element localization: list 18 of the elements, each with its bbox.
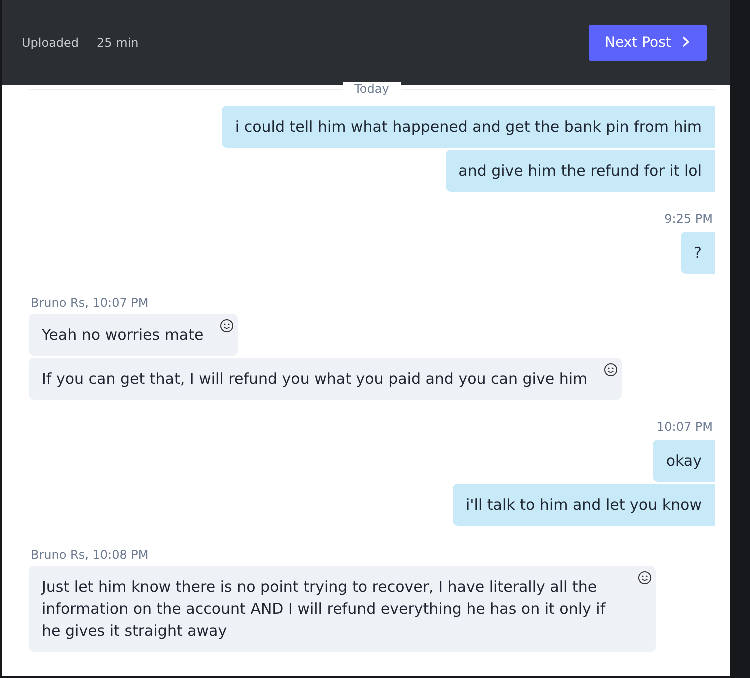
sent-message: ? <box>681 232 715 274</box>
sent-message: i'll talk to him and let you know <box>453 484 715 526</box>
sent-message: okay <box>653 440 715 482</box>
timestamp: 10:07 PM <box>657 420 713 434</box>
emoji-icon[interactable] <box>638 571 652 585</box>
sent-message: and give him the refund for it lol <box>446 150 715 192</box>
uploaded-time: 25 min <box>97 36 139 50</box>
emoji-icon[interactable] <box>604 363 618 377</box>
emoji-icon[interactable] <box>220 319 234 333</box>
sender-timestamp: Bruno Rs, 10:08 PM <box>31 548 149 562</box>
uploaded-label: Uploaded <box>22 36 80 50</box>
message-text: Just let him know there is no point trying to recover, I have literally all the information on the account AND I will refund everything he has on it only if he gives it straight away <box>42 578 606 640</box>
message-text: If you can get that, I will refund you what you paid and you can give him <box>42 370 588 388</box>
timestamp: 9:25 PM <box>664 212 713 226</box>
sender-timestamp: Bruno Rs, 10:07 PM <box>31 296 149 310</box>
sent-message: i could tell him what happened and get the bank pin from him <box>222 106 715 148</box>
message-text: Yeah no worries mate <box>42 326 204 344</box>
next-post-button[interactable]: Next Post › <box>589 24 707 60</box>
